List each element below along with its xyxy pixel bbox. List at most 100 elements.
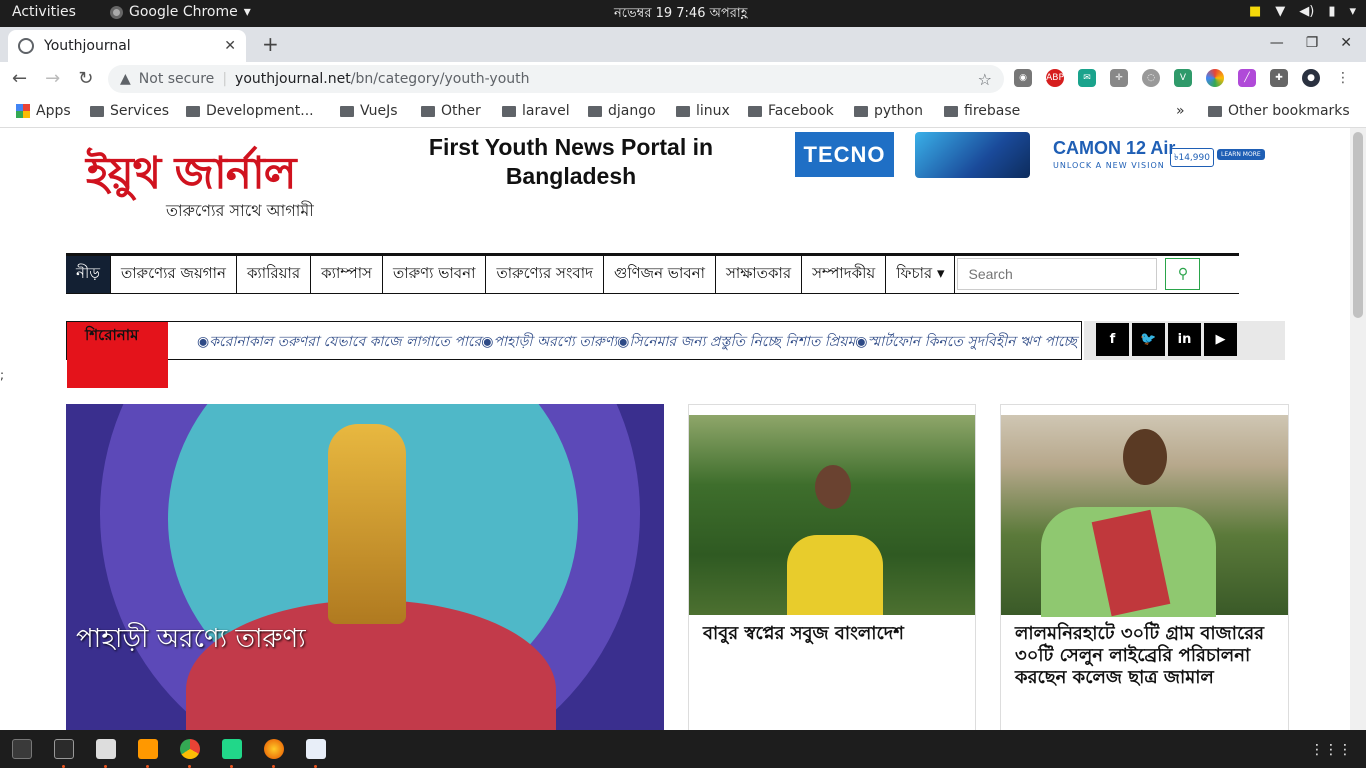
puzzle-icon[interactable]: ✚: [1270, 69, 1288, 87]
nav-youth-triumph[interactable]: তারুণ্যের জয়গান: [111, 256, 237, 293]
terminal-alt-icon[interactable]: [54, 739, 74, 759]
clock[interactable]: নভেম্বর 19 7:46 অপরাহ্ণ: [614, 4, 747, 25]
url-path: /bn/category/youth-youth: [350, 71, 530, 87]
warning-icon[interactable]: ▲: [120, 71, 131, 87]
back-icon[interactable]: ←: [12, 68, 27, 89]
menu-dots-icon[interactable]: ⋮: [1334, 69, 1352, 87]
notes-icon[interactable]: ■: [1249, 4, 1261, 19]
tab-youthjournal[interactable]: Youthjournal ✕: [8, 30, 246, 62]
logo-sub: তারুণ্যের সাথে আগামী: [166, 201, 314, 220]
nav-youth-news[interactable]: তারুণ্যের সংবাদ: [486, 256, 604, 293]
pen-icon[interactable]: ╱: [1238, 69, 1256, 87]
search-button[interactable]: ⚲: [1165, 258, 1201, 290]
nav-youth-thoughts[interactable]: তারুণ্য ভাবনা: [383, 256, 487, 293]
omnibox[interactable]: ▲ Not secure | youthjournal.net /bn/cate…: [108, 65, 1004, 93]
terminal-icon[interactable]: [12, 739, 32, 759]
main-nav: নীড় তারুণ্যের জয়গান ক্যারিয়ার ক্যাম্প…: [66, 253, 1239, 294]
bookmark-laravel[interactable]: laravel: [502, 103, 570, 119]
twitter-icon[interactable]: 🐦: [1132, 323, 1165, 356]
bookmark-python[interactable]: python: [854, 103, 923, 119]
adblock-icon[interactable]: ABP: [1046, 69, 1064, 87]
chrome-icon[interactable]: [180, 739, 200, 759]
nav-editorial[interactable]: সম্পাদকীয়: [802, 256, 887, 293]
folder-icon: [186, 105, 200, 117]
pycharm-icon[interactable]: [222, 739, 242, 759]
site-tagline: First Youth News Portal in Bangladesh: [428, 134, 714, 189]
ad-cta[interactable]: LEARN MORE: [1217, 149, 1265, 160]
mail-icon[interactable]: ✉: [1078, 69, 1096, 87]
bookmark-django[interactable]: django: [588, 103, 656, 119]
apps-icon: [16, 104, 30, 118]
search-input[interactable]: [957, 258, 1158, 290]
bookmark-label: Other: [441, 103, 481, 119]
activities-button[interactable]: Activities: [12, 4, 76, 20]
youtube-icon[interactable]: ▶: [1204, 323, 1237, 356]
article-card[interactable]: লালমনিরহাটে ৩০টি গ্রাম বাজারের ৩০টি সেলু…: [1000, 404, 1289, 730]
bookmark-linux[interactable]: linux: [676, 103, 730, 119]
facebook-icon[interactable]: f: [1096, 323, 1129, 356]
firefox-icon[interactable]: [264, 739, 284, 759]
article-image[interactable]: [1001, 415, 1288, 617]
nav-interview[interactable]: সাক্ষাতকার: [716, 256, 803, 293]
system-top-bar: Activities Google Chrome ▾ নভেম্বর 19 7:…: [0, 0, 1366, 27]
restore-icon[interactable]: ❐: [1306, 35, 1319, 51]
tab-strip: Youthjournal ✕ + — ❐ ✕: [0, 27, 1366, 62]
bookmark-services[interactable]: Services: [90, 103, 169, 119]
bookmark-facebook[interactable]: Facebook: [748, 103, 834, 119]
article-title[interactable]: লালমনিরহাটে ৩০টি গ্রাম বাজারের ৩০টি সেলু…: [1015, 623, 1274, 689]
article-card[interactable]: বাবুর স্বপ্নের সবুজ বাংলাদেশ: [688, 404, 976, 730]
security-label[interactable]: Not secure: [139, 71, 215, 87]
more-bookmarks-button[interactable]: »: [1176, 103, 1185, 119]
bookmark-apps[interactable]: Apps: [16, 103, 71, 119]
wifi-icon: ▼: [1275, 4, 1286, 19]
new-tab-button[interactable]: +: [262, 32, 279, 56]
reload-icon[interactable]: ↻: [78, 68, 93, 89]
article-image[interactable]: [689, 415, 975, 615]
ticker-label: শিরোনাম: [67, 322, 168, 388]
volume-icon: ◀): [1299, 4, 1315, 19]
bookmark-label: django: [608, 103, 656, 119]
close-window-icon[interactable]: ✕: [1340, 35, 1352, 51]
bookmark-star-icon[interactable]: ☆: [978, 70, 992, 89]
article-title[interactable]: বাবুর স্বপ্নের সবুজ বাংলাদেশ: [703, 623, 961, 645]
files-icon[interactable]: [96, 739, 116, 759]
color-wheel-icon[interactable]: [1206, 69, 1224, 87]
nav-campus[interactable]: ক্যাম্পাস: [311, 256, 383, 293]
site-logo[interactable]: ইয়ুথ জার্নাল তারুণ্যের সাথে আগামী: [82, 140, 332, 230]
linkedin-icon[interactable]: in: [1168, 323, 1201, 356]
avatar[interactable]: ●: [1302, 69, 1320, 87]
featured-article[interactable]: পাহাড়ী অরণ্যে তারুণ্য: [66, 404, 664, 730]
ticker-text[interactable]: ◉করোনাকাল তরুণরা যেভাবে কাজে লাগাতে পারে…: [197, 330, 1077, 354]
close-tab-icon[interactable]: ✕: [224, 38, 236, 54]
bookmark-other[interactable]: Other: [421, 103, 481, 119]
bookmark-vuejs[interactable]: VueJs: [340, 103, 398, 119]
nav-feature-dropdown[interactable]: ফিচার ▾: [886, 256, 956, 293]
bookmark-label: Facebook: [768, 103, 834, 119]
move-icon[interactable]: ✛: [1110, 69, 1128, 87]
bookmark-other-bookmarks[interactable]: Other bookmarks: [1208, 103, 1350, 119]
bookmark-firebase[interactable]: firebase: [944, 103, 1020, 119]
nav-home[interactable]: নীড়: [66, 256, 111, 293]
devtools-icon[interactable]: ◌: [1142, 69, 1160, 87]
nav-scholars-thoughts[interactable]: গুণিজন ভাবনা: [604, 256, 716, 293]
minimize-icon[interactable]: —: [1270, 35, 1284, 51]
bookmark-development[interactable]: Development...: [186, 103, 314, 119]
featured-title[interactable]: পাহাড়ী অরণ্যে তারুণ্য: [76, 618, 306, 662]
bookmark-label: Development...: [206, 103, 314, 119]
system-tray[interactable]: ■ ▼ ◀) ▮ ▾: [1249, 4, 1356, 19]
web-page: ইয়ুথ জার্নাল তারুণ্যের সাথে আগামী First…: [0, 128, 1350, 730]
text-editor-icon[interactable]: [306, 739, 326, 759]
show-apps-icon[interactable]: ⋮⋮⋮: [1310, 742, 1352, 758]
tab-title: Youthjournal: [44, 38, 131, 54]
social-links: f 🐦 in ▶: [1084, 321, 1285, 360]
forward-icon[interactable]: →: [45, 68, 60, 89]
scrollbar-thumb[interactable]: [1353, 132, 1363, 318]
app-menu[interactable]: Google Chrome ▾: [110, 4, 251, 20]
bookmark-label: Other bookmarks: [1228, 103, 1350, 119]
sublime-icon[interactable]: [138, 739, 158, 759]
nav-career[interactable]: ক্যারিয়ার: [237, 256, 312, 293]
tecno-ad-banner[interactable]: TECNO CAMON 12 Air UNLOCK A NEW VISION ৳…: [795, 132, 1275, 178]
page-scrollbar[interactable]: [1350, 128, 1366, 730]
vue-icon[interactable]: V: [1174, 69, 1192, 87]
camera-icon[interactable]: ◉: [1014, 69, 1032, 87]
